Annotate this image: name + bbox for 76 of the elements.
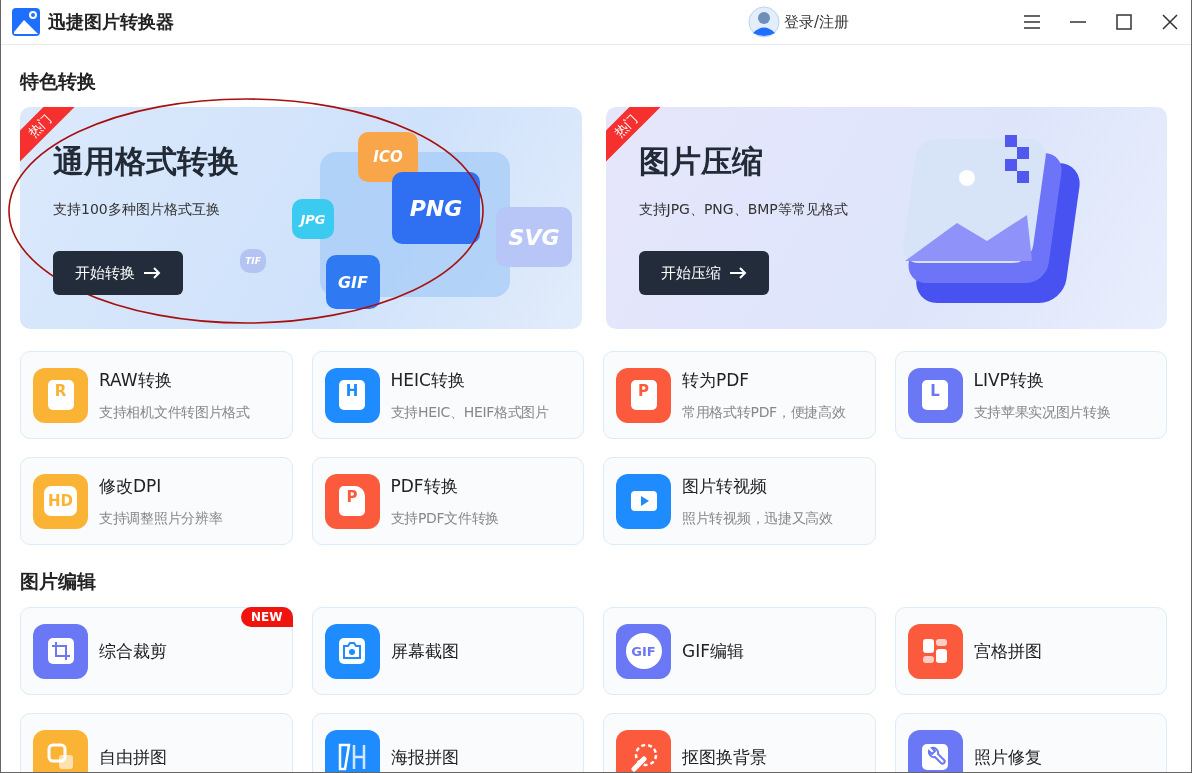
tool-title: 转为PDF bbox=[682, 368, 751, 392]
arrow-icon bbox=[728, 267, 747, 279]
section-title: 图片编辑 bbox=[20, 569, 97, 594]
tool-card[interactable]: HD 修改DPI 支持调整照片分辨率 bbox=[20, 457, 293, 545]
tool-title: HEIC转换 bbox=[390, 368, 466, 392]
crop-icon bbox=[45, 636, 76, 666]
tool-card[interactable]: 抠图换背景 bbox=[603, 713, 876, 772]
tool-title: 抠图换背景 bbox=[682, 745, 767, 769]
format-tile: PNG bbox=[392, 172, 480, 244]
tool-title: LIVP转换 bbox=[973, 368, 1045, 392]
banner-subtitle: 支持100多种图片格式互换 bbox=[53, 201, 220, 219]
format-tile: SVG bbox=[496, 207, 572, 267]
tool-title: 自由拼图 bbox=[99, 745, 167, 769]
tool-title: 宫格拼图 bbox=[973, 639, 1042, 663]
square-icon bbox=[45, 742, 76, 772]
pdf-scan-icon: P bbox=[339, 486, 365, 516]
document-icon: R bbox=[47, 380, 74, 410]
hd-icon: HD bbox=[44, 486, 77, 516]
tool-subtitle: 常用格式转PDF，便捷高效 bbox=[682, 403, 846, 422]
wrench-icon bbox=[920, 742, 950, 772]
tool-card[interactable]: 照片修复 bbox=[894, 713, 1167, 772]
window-title: 迅捷图片转换器 bbox=[48, 10, 174, 34]
gif-icon: GIF bbox=[625, 633, 662, 669]
tool-subtitle: 支持相机文件转图片格式 bbox=[99, 403, 250, 422]
format-tile: TIF bbox=[240, 249, 266, 273]
document-icon: H bbox=[339, 380, 365, 410]
tool-card[interactable]: 宫格拼图 bbox=[894, 607, 1167, 695]
tool-card[interactable]: R RAW转换 支持相机文件转图片格式 bbox=[20, 351, 293, 439]
tool-card[interactable]: 海报拼图 bbox=[311, 713, 584, 772]
close-icon[interactable] bbox=[1161, 14, 1179, 30]
document-icon: P bbox=[630, 380, 657, 410]
tool-card[interactable]: P PDF转换 支持PDF文件转换 bbox=[311, 457, 584, 545]
tool-card[interactable]: 自由拼图 bbox=[20, 713, 293, 772]
tool-subtitle: 支持调整照片分辨率 bbox=[99, 509, 223, 528]
arrow-icon bbox=[143, 267, 161, 279]
tool-title: 综合裁剪 bbox=[99, 639, 167, 663]
document-icon: L bbox=[922, 380, 948, 410]
login-link[interactable]: 登录/注册 bbox=[783, 12, 849, 32]
tool-title: 修改DPI bbox=[99, 474, 163, 498]
feature-banner[interactable]: 热门 通用格式转换 支持100多种图片格式互换 开始转换 ICO JPG PNG SVG TIF GIF bbox=[20, 107, 582, 329]
tool-subtitle: 支持PDF文件转换 bbox=[390, 509, 500, 528]
tool-subtitle: 支持HEIC、HEIF格式图片 bbox=[390, 403, 549, 422]
tool-card[interactable]: P 转为PDF 常用格式转PDF，便捷高效 bbox=[603, 351, 876, 439]
start-button[interactable]: 开始压缩 bbox=[638, 251, 769, 295]
tool-card[interactable]: 图片转视频 照片转视频，迅捷又高效 bbox=[603, 457, 876, 545]
section-title: 特色转换 bbox=[20, 69, 97, 94]
avatar-icon[interactable] bbox=[747, 6, 780, 38]
tool-title: 照片修复 bbox=[973, 745, 1042, 769]
grid-icon bbox=[920, 636, 950, 666]
tool-title: PDF转换 bbox=[390, 474, 459, 498]
format-tile: JPG bbox=[292, 199, 334, 239]
banner-subtitle: 支持JPG、PNG、BMP等常见格式 bbox=[638, 201, 848, 219]
tool-title: GIF编辑 bbox=[682, 639, 744, 663]
poster-icon bbox=[337, 742, 367, 772]
tool-title: RAW转换 bbox=[99, 368, 173, 392]
format-tile: GIF bbox=[326, 255, 380, 309]
banner-title: 图片压缩 bbox=[638, 142, 763, 181]
camera-icon bbox=[337, 636, 367, 666]
app-logo-icon bbox=[12, 8, 40, 36]
new-badge: NEW bbox=[241, 607, 293, 627]
tool-title: 屏幕截图 bbox=[390, 639, 459, 663]
format-tile: ICO bbox=[358, 132, 418, 182]
banner-title: 通用格式转换 bbox=[53, 142, 239, 181]
menu-icon[interactable] bbox=[1023, 14, 1041, 30]
tool-card[interactable]: 综合裁剪 NEW bbox=[20, 607, 293, 695]
tool-card[interactable]: GIF GIF编辑 bbox=[603, 607, 876, 695]
tool-subtitle: 支持苹果实况图片转换 bbox=[973, 403, 1111, 422]
tool-card[interactable]: L LIVP转换 支持苹果实况图片转换 bbox=[894, 351, 1167, 439]
start-button[interactable]: 开始转换 bbox=[53, 251, 183, 295]
feature-banner[interactable]: 热门 图片压缩 支持JPG、PNG、BMP等常见格式 开始压缩 bbox=[605, 107, 1167, 329]
tool-title: 图片转视频 bbox=[682, 474, 768, 498]
tool-card[interactable]: H HEIC转换 支持HEIC、HEIF格式图片 bbox=[311, 351, 584, 439]
tool-subtitle: 照片转视频，迅捷又高效 bbox=[682, 509, 833, 528]
tool-card[interactable]: 屏幕截图 bbox=[311, 607, 584, 695]
maximize-icon[interactable] bbox=[1115, 14, 1133, 30]
tool-title: 海报拼图 bbox=[390, 745, 459, 769]
